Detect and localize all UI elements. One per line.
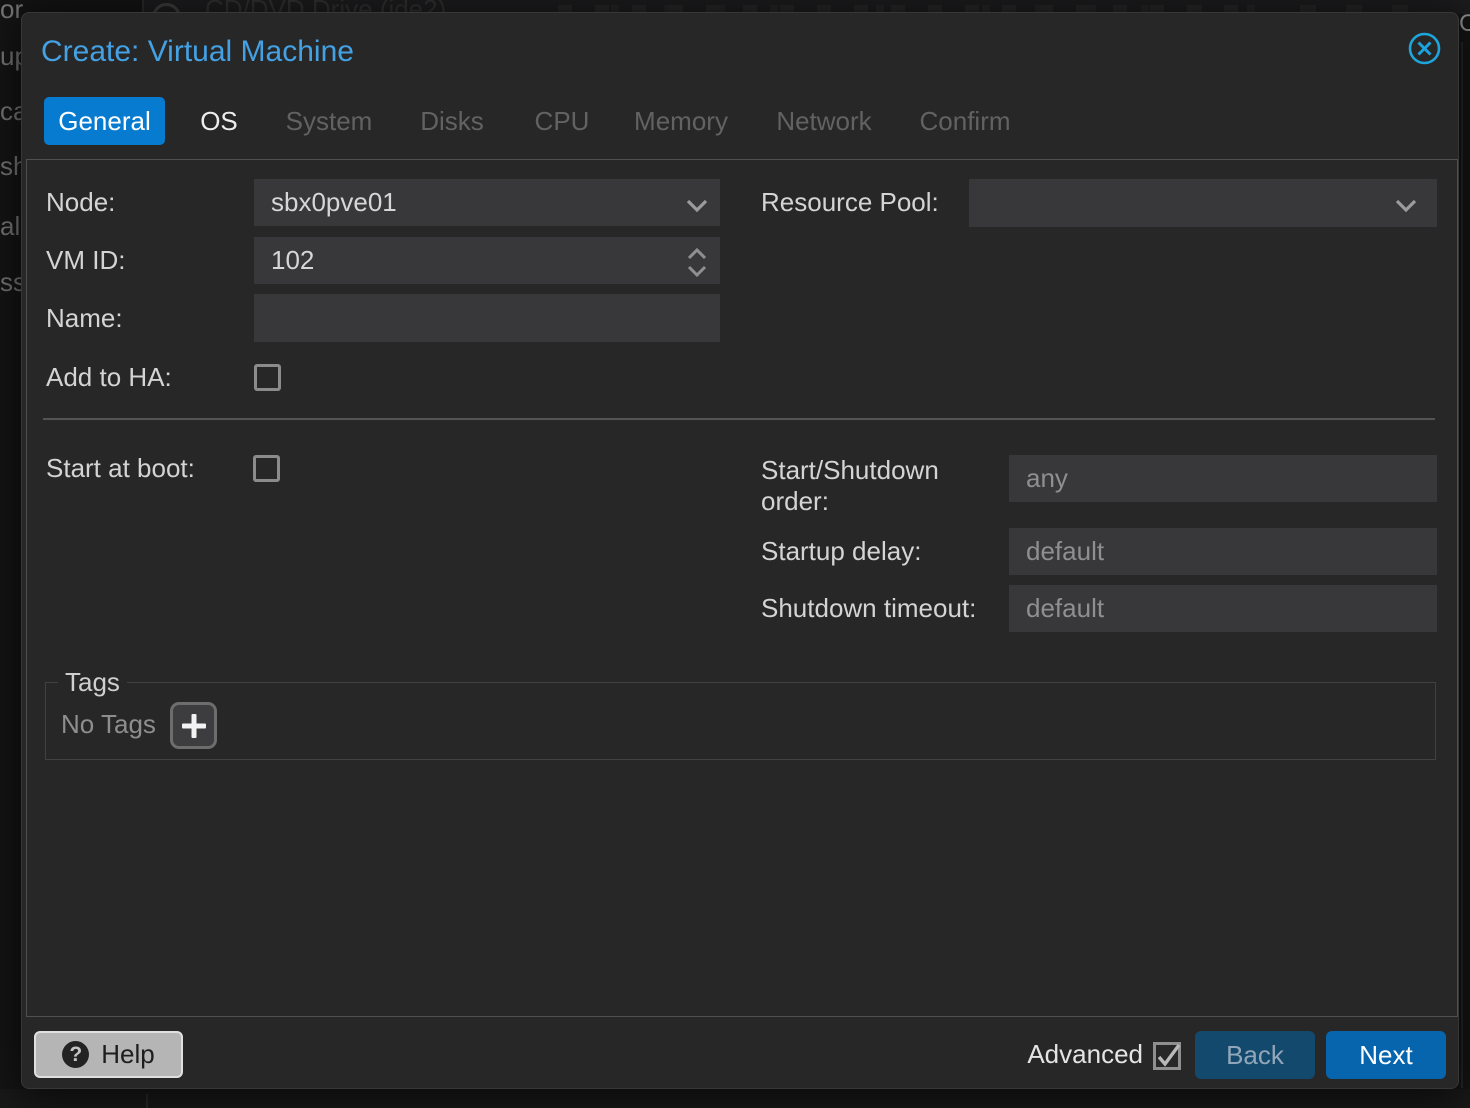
close-icon[interactable] — [1407, 31, 1442, 66]
backdrop-corner-fragment: C — [1459, 10, 1470, 38]
section-divider — [43, 418, 1435, 420]
name-input[interactable] — [254, 294, 720, 342]
vmid-label: VM ID: — [46, 237, 125, 284]
back-button[interactable]: Back — [1195, 1031, 1315, 1079]
tags-legend: Tags — [58, 668, 127, 696]
backdrop-menu-fragment: or — [0, 0, 23, 25]
help-button[interactable]: ? Help — [34, 1031, 183, 1078]
startup-delay-label: Startup delay: — [761, 528, 921, 575]
tab-os[interactable]: OS — [200, 97, 238, 145]
create-vm-dialog: Create: Virtual Machine General OS Syste… — [21, 12, 1459, 1089]
node-label: Node: — [46, 179, 115, 226]
shutdown-timeout-label: Shutdown timeout: — [761, 585, 976, 632]
advanced-label: Advanced — [976, 1041, 1143, 1068]
advanced-checkbox[interactable] — [1153, 1042, 1180, 1069]
node-combo[interactable] — [254, 179, 720, 226]
next-button[interactable]: Next — [1326, 1031, 1446, 1079]
start-at-boot-checkbox[interactable] — [253, 455, 280, 482]
startup-order-label-line2: order: — [761, 486, 829, 517]
help-button-label: Help — [101, 1039, 154, 1070]
start-at-boot-label: Start at boot: — [46, 455, 195, 482]
tab-disks[interactable]: Disks — [420, 97, 484, 145]
startup-order-input[interactable] — [1009, 455, 1437, 502]
resource-pool-label: Resource Pool: — [761, 179, 939, 226]
tab-network[interactable]: Network — [776, 97, 871, 145]
wizard-tab-bar: General OS System Disks CPU Memory Netwo… — [22, 97, 1458, 145]
add-tag-button[interactable] — [170, 702, 217, 749]
tab-memory[interactable]: Memory — [634, 97, 728, 145]
vmid-spinner-input[interactable] — [254, 237, 720, 284]
startup-order-label: Start/Shutdown — [761, 455, 939, 486]
add-to-ha-label: Add to HA: — [46, 364, 172, 391]
backdrop-dim-text — [558, 5, 1258, 12]
tab-system[interactable]: System — [286, 97, 373, 145]
add-to-ha-checkbox[interactable] — [254, 364, 281, 391]
tab-confirm[interactable]: Confirm — [919, 97, 1010, 145]
backdrop-panel-border — [1461, 42, 1463, 1088]
startup-delay-input[interactable] — [1009, 528, 1437, 575]
no-tags-text: No Tags — [61, 709, 156, 740]
tags-fieldset: Tags No Tags — [45, 682, 1436, 760]
backdrop-panel-border — [146, 1094, 148, 1108]
question-mark-icon: ? — [62, 1041, 89, 1068]
backdrop-dim-text — [1300, 5, 1430, 12]
tab-general[interactable]: General — [44, 97, 165, 145]
shutdown-timeout-input[interactable] — [1009, 585, 1437, 632]
plus-icon — [180, 712, 207, 739]
tab-cpu[interactable]: CPU — [535, 97, 590, 145]
dialog-title: Create: Virtual Machine — [41, 32, 354, 72]
resource-pool-combo[interactable] — [969, 179, 1437, 227]
name-label: Name: — [46, 294, 123, 342]
backdrop-bottom-strip — [0, 1089, 1470, 1108]
